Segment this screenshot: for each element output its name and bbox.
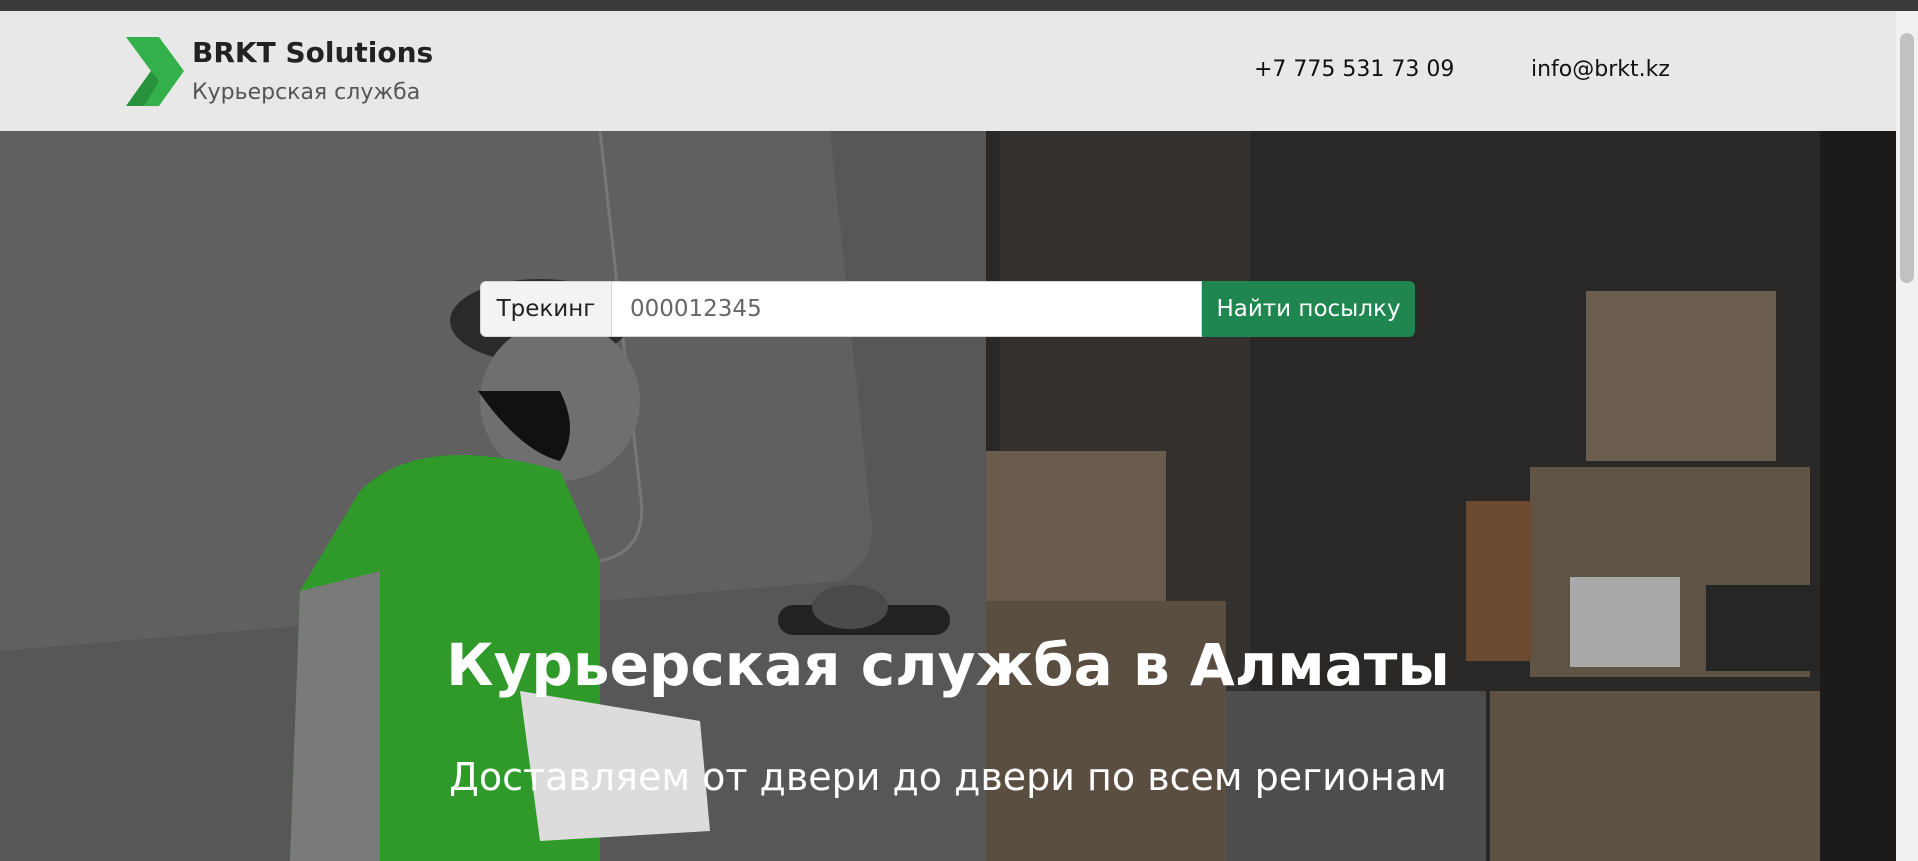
find-parcel-button[interactable]: Найти посылку bbox=[1202, 281, 1415, 337]
hero-background-image bbox=[0, 131, 1896, 861]
tracking-input[interactable] bbox=[612, 281, 1202, 337]
scrollbar-thumb[interactable] bbox=[1900, 33, 1914, 283]
site-header: BRKT Solutions Курьерская служба +7 775 … bbox=[0, 11, 1896, 131]
brand-name[interactable]: BRKT Solutions bbox=[192, 36, 433, 69]
page-scrollbar[interactable] bbox=[1896, 11, 1918, 861]
email-link[interactable]: info@brkt.kz bbox=[1531, 57, 1670, 82]
brkt-logo-icon[interactable] bbox=[126, 37, 184, 106]
hero-section: Трекинг Найти посылку Курьерская служба … bbox=[0, 131, 1896, 861]
browser-top-strip bbox=[0, 0, 1918, 11]
tracking-label: Трекинг bbox=[480, 281, 612, 337]
page: BRKT Solutions Курьерская служба +7 775 … bbox=[0, 11, 1896, 861]
brand-subtitle: Курьерская служба bbox=[192, 80, 421, 105]
hero-subtitle: Доставляем от двери до двери по всем рег… bbox=[449, 755, 1447, 799]
hero-title: Курьерская служба в Алматы bbox=[446, 631, 1450, 699]
tracking-form: Трекинг Найти посылку bbox=[480, 281, 1415, 337]
phone-link[interactable]: +7 775 531 73 09 bbox=[1254, 57, 1454, 82]
